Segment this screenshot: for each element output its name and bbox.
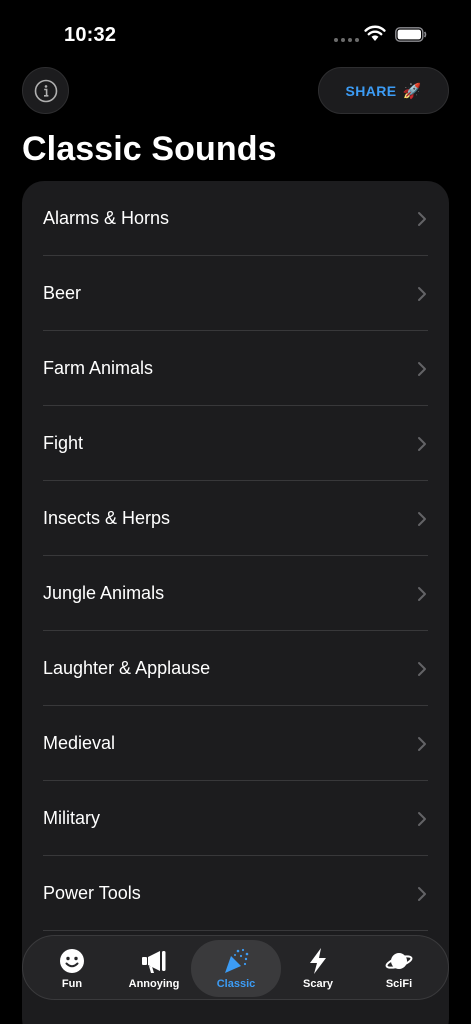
tab-scifi[interactable]: SciFi [356, 940, 442, 997]
tab-bar: Fun Annoying Classic Scary SciFi [22, 935, 449, 1000]
category-label: Military [43, 808, 100, 828]
category-label: Farm Animals [43, 358, 154, 378]
chevron-right-icon [418, 286, 426, 301]
megaphone-icon [142, 951, 166, 973]
share-button-label: SHARE [345, 82, 397, 99]
category-label: Laughter & Applause [43, 658, 211, 678]
party-popper-icon [225, 948, 249, 973]
category-row-farm-animals[interactable]: Farm Animals [22, 331, 449, 406]
chevron-right-icon [418, 811, 426, 826]
status-bar: 10:32 [0, 0, 471, 62]
category-row-military[interactable]: Military [22, 781, 449, 856]
chevron-right-icon [418, 886, 426, 901]
category-label: Medieval [43, 733, 116, 753]
planet-icon [385, 953, 413, 969]
share-button[interactable]: SHARE 🚀 [318, 67, 449, 114]
category-row-beer[interactable]: Beer [22, 256, 449, 331]
chevron-right-icon [418, 736, 426, 751]
category-label: Beer [43, 283, 82, 303]
tab-scary[interactable]: Scary [275, 940, 361, 997]
chevron-right-icon [418, 511, 426, 526]
battery-icon [395, 27, 427, 42]
tab-label: Scary [303, 978, 333, 990]
tab-classic[interactable]: Classic [191, 940, 281, 997]
category-row-medieval[interactable]: Medieval [22, 706, 449, 781]
signal-dots-icon [334, 38, 359, 42]
lightning-icon [310, 948, 326, 974]
category-label: Insects & Herps [43, 508, 171, 528]
tab-label: Fun [61, 978, 83, 990]
category-row-jungle-animals[interactable]: Jungle Animals [22, 556, 449, 631]
category-label: Fight [43, 433, 84, 453]
divider [43, 930, 428, 931]
tab-label: Classic [216, 978, 256, 990]
category-list: Alarms & Horns Beer Farm Animals Fight I… [22, 181, 449, 1024]
rocket-icon: 🚀 [402, 82, 422, 100]
category-row-power-tools[interactable]: Power Tools [22, 856, 449, 931]
category-row-insects-herps[interactable]: Insects & Herps [22, 481, 449, 556]
category-row-alarms-horns[interactable]: Alarms & Horns [22, 181, 449, 256]
tab-fun[interactable]: Fun [29, 940, 115, 997]
chevron-right-icon [418, 661, 426, 676]
category-label: Alarms & Horns [43, 208, 170, 228]
page-title: Classic Sounds [22, 130, 277, 168]
status-time: 10:32 [64, 24, 117, 46]
tab-label: SciFi [385, 978, 413, 990]
info-button[interactable] [22, 67, 69, 114]
tab-annoying[interactable]: Annoying [111, 940, 197, 997]
category-row-fight[interactable]: Fight [22, 406, 449, 481]
info-icon [34, 79, 57, 102]
chevron-right-icon [418, 211, 426, 226]
wifi-icon [364, 25, 386, 41]
chevron-right-icon [418, 436, 426, 451]
category-label: Jungle Animals [43, 583, 165, 603]
chevron-right-icon [418, 586, 426, 601]
category-row-laughter-applause[interactable]: Laughter & Applause [22, 631, 449, 706]
chevron-right-icon [418, 361, 426, 376]
category-label: Power Tools [43, 883, 141, 903]
smiley-icon [60, 949, 84, 973]
tab-label: Annoying [128, 978, 180, 990]
